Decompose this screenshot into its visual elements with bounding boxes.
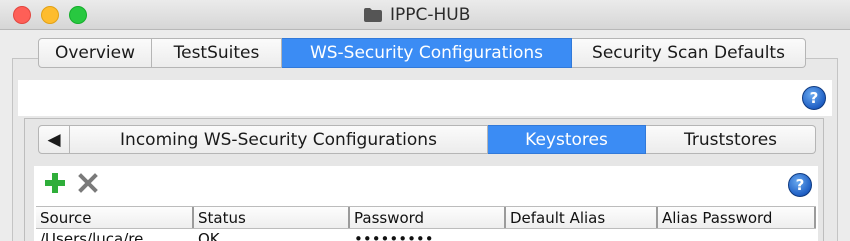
tab-label: WS-Security Configurations <box>309 43 544 63</box>
table-row[interactable]: /Users/luca/re OK ••••••••• <box>36 229 816 241</box>
content-strip <box>18 80 832 116</box>
tab-label: TestSuites <box>173 43 260 63</box>
tab-label: Overview <box>54 43 136 63</box>
tab-security-scan-defaults[interactable]: Security Scan Defaults <box>572 38 806 68</box>
window-title-text: IPPC-HUB <box>390 5 471 25</box>
cell-alias-password <box>658 229 816 241</box>
tab-label: Truststores <box>683 129 778 150</box>
close-window-button[interactable] <box>13 6 31 24</box>
cell-status: OK <box>198 230 220 241</box>
add-keystore-button[interactable] <box>44 172 66 194</box>
tab-label: Incoming WS-Security Configurations <box>120 129 437 150</box>
inner-tab-bar: ◀ Incoming WS-Security Configurations Ke… <box>38 125 816 155</box>
cell-password: ••••••••• <box>354 230 434 241</box>
help-glyph: ? <box>795 176 805 194</box>
column-header-default-alias[interactable]: Default Alias <box>506 207 658 228</box>
column-header-alias-password[interactable]: Alias Password <box>658 207 816 228</box>
column-header-status[interactable]: Status <box>194 207 350 228</box>
help-glyph: ? <box>809 89 819 107</box>
tab-label: Security Scan Defaults <box>592 43 785 63</box>
folder-icon <box>364 8 382 22</box>
help-icon[interactable]: ? <box>802 86 826 110</box>
tab-testsuites[interactable]: TestSuites <box>152 38 282 68</box>
cell-source: /Users/luca/re <box>40 230 144 241</box>
zoom-window-button[interactable] <box>69 6 87 24</box>
tab-incoming-ws-security-configurations[interactable]: Incoming WS-Security Configurations <box>70 125 488 154</box>
title-bar: IPPC-HUB <box>0 0 850 30</box>
window-title: IPPC-HUB <box>364 4 470 26</box>
column-header-password[interactable]: Password <box>350 207 506 228</box>
tab-overview[interactable]: Overview <box>38 38 152 68</box>
scroll-left-icon: ◀ <box>47 129 61 150</box>
cell-default-alias <box>506 229 658 241</box>
minimize-window-button[interactable] <box>41 6 59 24</box>
help-icon[interactable]: ? <box>788 173 812 197</box>
tab-ws-security-configurations[interactable]: WS-Security Configurations <box>282 38 572 68</box>
tab-label: Keystores <box>525 129 608 150</box>
x-icon <box>78 173 98 193</box>
keystores-table: Source Status Password Default Alias Ali… <box>36 206 816 241</box>
tab-scroll-left-button[interactable]: ◀ <box>38 125 70 154</box>
outer-tab-bar: Overview TestSuites WS-Security Configur… <box>38 38 806 68</box>
remove-keystore-button[interactable] <box>78 173 98 193</box>
plus-icon <box>45 173 65 193</box>
table-header: Source Status Password Default Alias Ali… <box>36 206 816 229</box>
column-header-source[interactable]: Source <box>36 207 194 228</box>
tab-truststores[interactable]: Truststores <box>646 125 816 154</box>
tab-keystores[interactable]: Keystores <box>488 125 646 154</box>
